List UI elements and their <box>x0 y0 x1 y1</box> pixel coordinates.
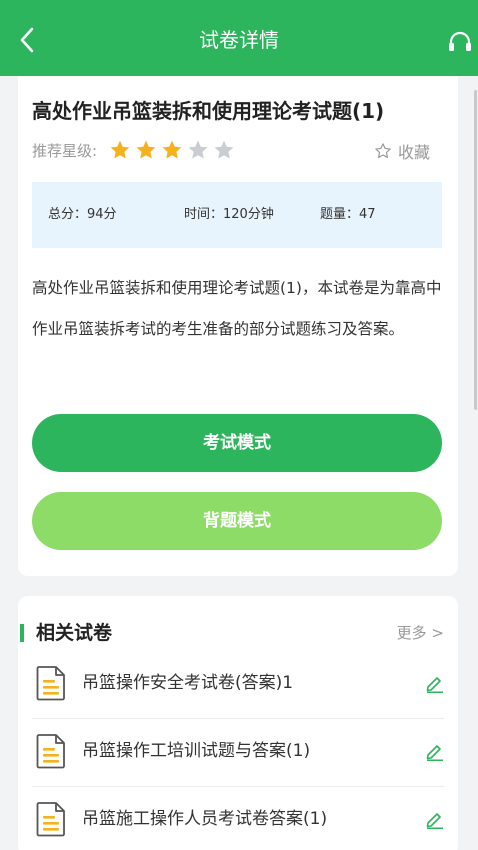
section-accent-bar <box>20 624 24 642</box>
headset-icon[interactable] <box>446 30 474 54</box>
document-icon <box>36 802 65 837</box>
exam-time: 时间：120分钟 <box>184 207 274 222</box>
favorite-label: 收藏 <box>397 143 430 162</box>
related-section-title: 相关试卷 <box>36 622 113 644</box>
more-link[interactable]: 更多 > <box>397 622 444 644</box>
scrollbar[interactable] <box>474 90 477 410</box>
star-filled-icon <box>110 140 130 159</box>
app-header: 试卷详情 <box>0 0 478 76</box>
paper-stats: 总分：94分 时间：120分钟 题量：47 <box>32 182 442 248</box>
rating: 推荐星级: <box>32 138 239 162</box>
related-item[interactable]: 吊篮操作安全考试卷(答案)1 <box>32 651 444 719</box>
pencil-icon[interactable] <box>424 741 444 761</box>
document-icon <box>36 666 65 701</box>
question-count: 题量：47 <box>320 207 376 222</box>
related-item-label: 吊篮操作工培训试题与答案(1) <box>82 741 311 761</box>
pencil-icon[interactable] <box>424 809 444 829</box>
paper-description: 高处作业吊篮装拆和使用理论考试题(1)，本试卷是为靠高中作业吊篮装拆考试的考生准… <box>32 279 442 338</box>
favorite-button[interactable]: 收藏 <box>374 139 430 163</box>
star-filled-icon <box>162 140 182 159</box>
star-filled-icon <box>136 140 156 159</box>
related-item-label: 吊篮施工操作人员考试卷答案(1) <box>82 809 328 829</box>
related-papers-card: 相关试卷 更多 > 吊篮操作安全考试卷(答案)1 吊篮操作工培训试题与答案(1) <box>18 596 458 850</box>
document-icon <box>36 734 65 769</box>
page-title: 试卷详情 <box>199 28 279 52</box>
star-empty-icon <box>214 140 234 159</box>
related-item[interactable]: 吊篮操作工培训试题与答案(1) <box>32 719 444 787</box>
paper-title: 高处作业吊篮装拆和使用理论考试题(1) <box>32 99 385 123</box>
related-item-label: 吊篮操作安全考试卷(答案)1 <box>82 673 294 693</box>
star-rating <box>109 139 239 161</box>
related-item[interactable]: 吊篮施工操作人员考试卷答案(1) <box>32 787 444 850</box>
total-score: 总分：94分 <box>48 207 117 222</box>
rating-label: 推荐星级: <box>32 141 98 160</box>
pencil-icon[interactable] <box>424 673 444 693</box>
exam-mode-button[interactable]: 考试模式 <box>32 414 442 472</box>
star-empty-icon <box>188 140 208 159</box>
paper-detail-card: 高处作业吊篮装拆和使用理论考试题(1) 推荐星级: 收藏 总分：94分 时间：1… <box>18 76 458 576</box>
star-outline-icon <box>375 143 391 159</box>
recite-mode-button[interactable]: 背题模式 <box>32 492 442 550</box>
